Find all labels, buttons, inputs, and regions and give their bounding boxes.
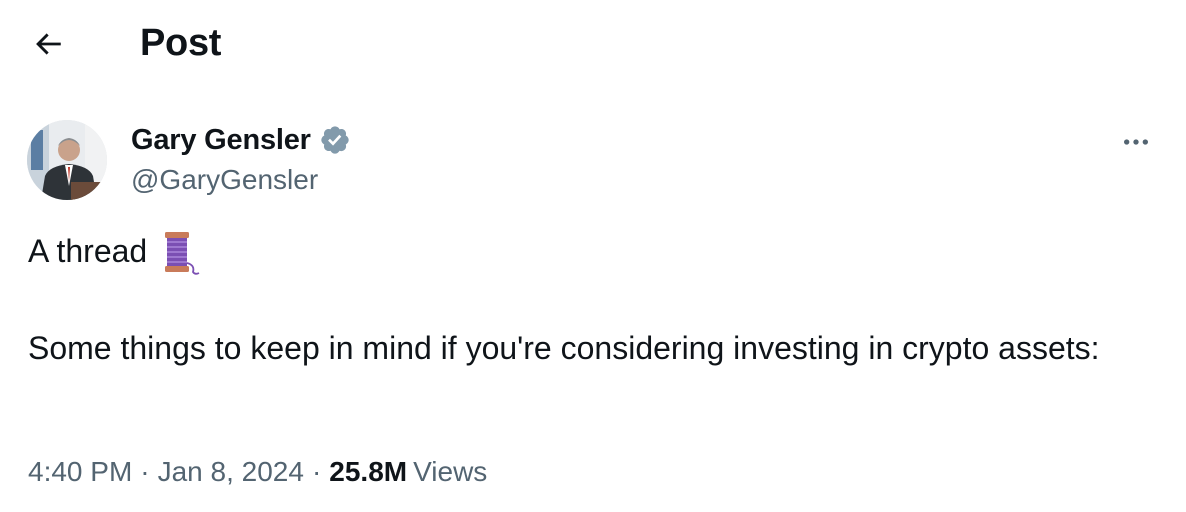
meta-separator: · <box>311 456 322 487</box>
views-count: 25.8M <box>329 456 408 487</box>
tweet-first-line: A thread <box>28 228 1158 275</box>
views-label: Views <box>413 456 488 487</box>
verified-badge-icon[interactable] <box>319 124 351 156</box>
user-handle[interactable]: @GaryGensler <box>131 160 351 200</box>
avatar[interactable] <box>27 120 107 200</box>
tweet-timestamp-time[interactable]: 4:40 PM <box>28 452 132 492</box>
top-bar: Post <box>0 0 1186 88</box>
back-button[interactable] <box>26 22 70 66</box>
tweet-timestamp-date[interactable]: Jan 8, 2024 <box>158 452 304 492</box>
tweet-text: A thread Some things to keep in mind if … <box>28 228 1158 372</box>
spool-of-thread-icon <box>165 231 200 275</box>
avatar-image <box>27 120 107 200</box>
tweet-body: Some things to keep in mind if you're co… <box>28 330 1100 366</box>
page-title: Post <box>140 22 222 64</box>
tweet-meta: 4:40 PM · Jan 8, 2024 · 25.8M Views <box>28 452 487 492</box>
display-name[interactable]: Gary Gensler <box>131 120 311 160</box>
back-arrow-icon <box>36 33 61 55</box>
more-horizontal-icon <box>1124 139 1148 145</box>
name-row: Gary Gensler <box>131 120 351 160</box>
author-block: Gary Gensler @GaryGensler <box>131 120 351 200</box>
tweet-first-line-text: A thread <box>28 233 148 269</box>
meta-separator: · <box>140 456 150 487</box>
more-options-button[interactable] <box>1116 122 1156 162</box>
